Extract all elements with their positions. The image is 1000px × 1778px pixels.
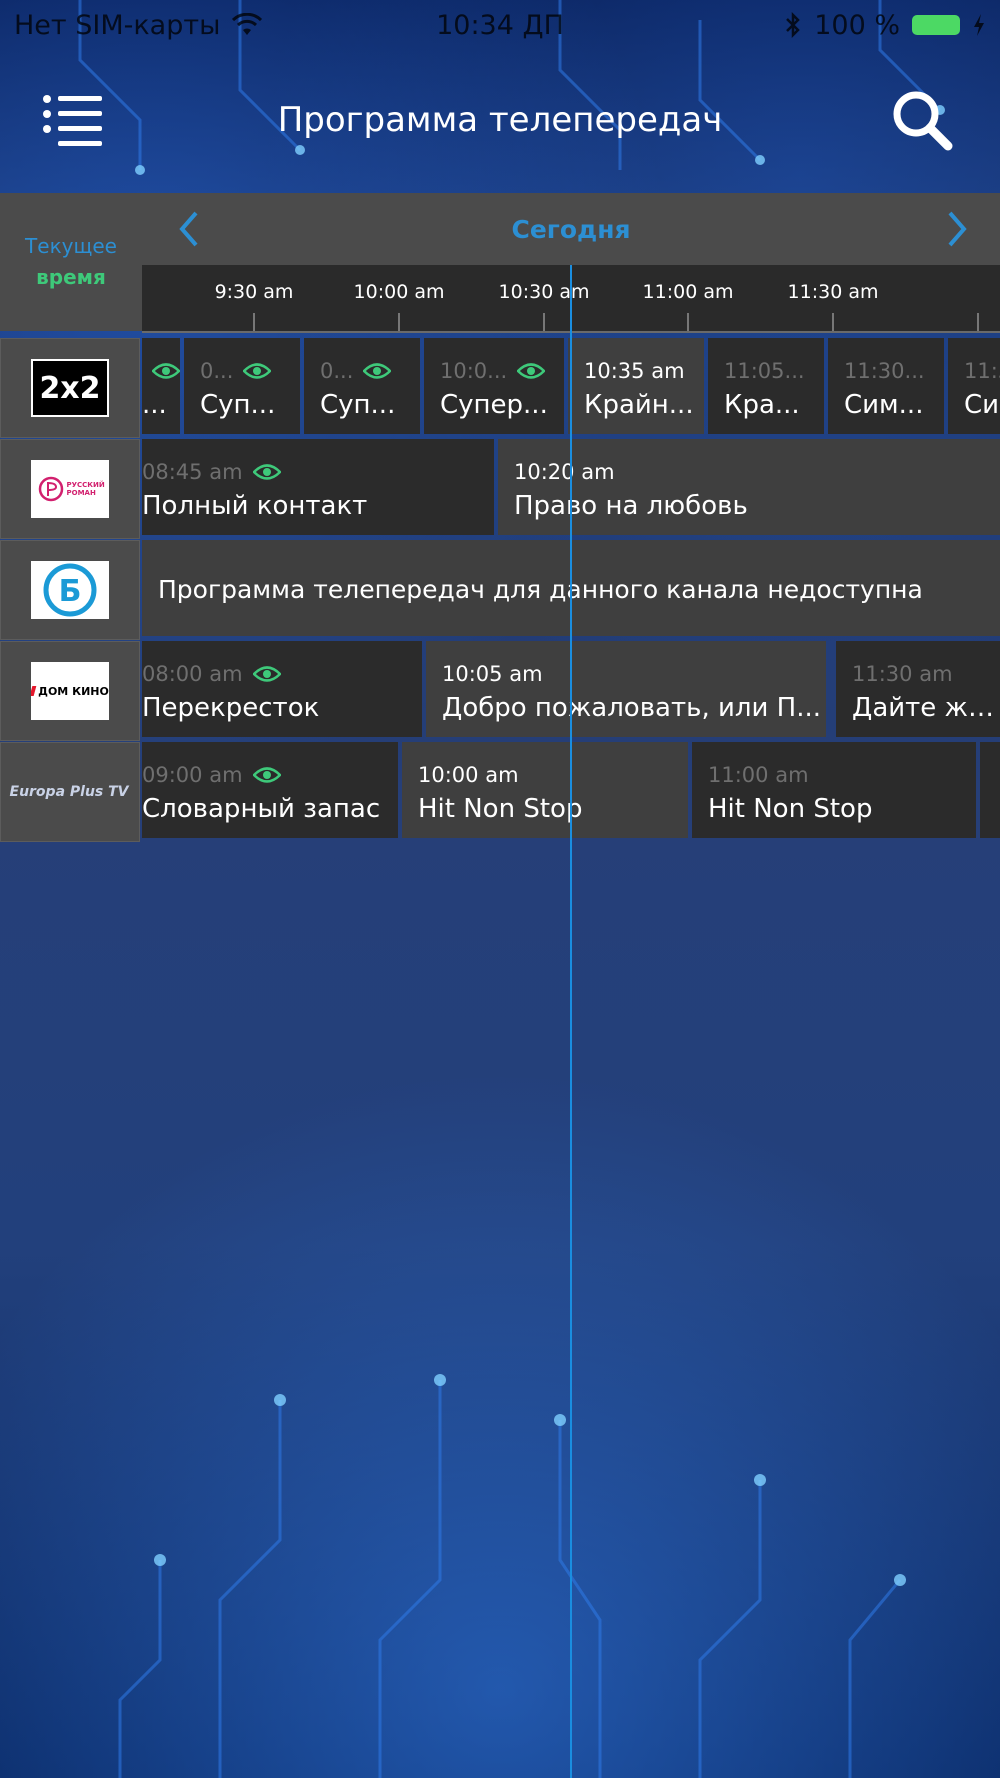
status-left: Нет SIM-карты [14, 9, 263, 41]
channel-logo-russkiy-roman: РУССКИЙ РОМАН [31, 460, 109, 518]
eye-icon [252, 767, 281, 783]
time-tick [253, 313, 255, 331]
channel-logo-b: Б [31, 561, 109, 619]
status-right: 100 % [784, 10, 986, 41]
time-tick-label: 11:30 am [787, 281, 879, 303]
time-tick [398, 313, 400, 331]
program-cell[interactable]: 08:45 am Полный контакт [142, 439, 494, 535]
channel-logo-cell[interactable]: 2x2 [0, 338, 140, 438]
program-title: Hit Non Stop [708, 794, 873, 824]
program-title: Кра... [724, 390, 800, 420]
jump-to-now-button[interactable]: Текущее время [0, 193, 142, 331]
next-day-button[interactable] [936, 209, 976, 249]
channel-logo-dom-kino: ДОМ КИНО [31, 662, 109, 720]
eye-icon [252, 464, 281, 480]
channel-logo-cell[interactable]: Б [0, 540, 140, 640]
bluetooth-icon [786, 12, 800, 38]
epg-grid: 2x2 ... 0... Суп... 0... Суп... 10:0... … [0, 338, 1000, 844]
search-button[interactable] [890, 88, 954, 152]
time-tick-label: 10:00 am [353, 281, 445, 303]
program-cell[interactable]: 11:5 Си [948, 338, 1000, 434]
list-menu-icon [43, 95, 102, 146]
svg-text:Б: Б [59, 574, 82, 609]
program-title: Крайн... [584, 390, 694, 420]
dom-kino-mark-icon [31, 686, 37, 696]
channel-logo-cell[interactable]: РУССКИЙ РОМАН [0, 439, 140, 539]
time-tick-label: 9:30 am [214, 281, 294, 303]
program-cell-current[interactable]: 10:35 am Крайн... [568, 338, 704, 434]
program-title: Сим... [844, 390, 924, 420]
channel-logo-cell[interactable]: ДОМ КИНО [0, 641, 140, 741]
program-title: Суп... [320, 390, 396, 420]
time-tick [543, 313, 545, 331]
eye-icon [243, 363, 272, 379]
program-cell[interactable]: 09:00 am Словарный запас [142, 742, 398, 838]
program-title: Си [964, 390, 1000, 420]
program-title: Супер... [440, 390, 548, 420]
channel-logo-2x2: 2x2 [31, 359, 109, 417]
program-cell-current[interactable]: 10:00 am Hit Non Stop [402, 742, 688, 838]
eye-icon [252, 666, 281, 682]
channel-logo-cell[interactable]: Europa Plus TV [0, 742, 140, 842]
b-channel-emblem-icon: Б [43, 563, 97, 617]
now-label-line2: время [36, 265, 106, 289]
channel-row-dom-kino: ДОМ КИНО 08:00 am Перекресток 10:05 am Д… [0, 641, 1000, 741]
program-title: Дайте жало [852, 693, 1000, 723]
channel-logo-europa-plus-tv: Europa Plus TV [10, 772, 129, 812]
channel-row-b: Б Программа телепередач для данного кана… [0, 540, 1000, 640]
program-cell[interactable]: 11:05... Кра... [708, 338, 824, 434]
current-date-label: Сегодня [511, 214, 631, 244]
eye-icon [517, 363, 546, 379]
program-cell[interactable]: 10:0... Супер... [424, 338, 564, 434]
search-icon [893, 91, 953, 151]
battery-percent: 100 % [814, 9, 900, 41]
chevron-right-icon [948, 211, 967, 247]
carrier-label: Нет SIM-карты [14, 9, 221, 41]
prev-day-button[interactable] [170, 209, 210, 249]
program-title: Словарный запас [142, 794, 381, 824]
program-cell[interactable]: 11:00 am Hit Non Stop [692, 742, 976, 838]
wifi-icon [232, 13, 263, 35]
program-cell[interactable]: 08:00 am Перекресток [142, 641, 422, 737]
program-title: Hit Non Stop [418, 794, 583, 824]
page-title: Программа телепередач [277, 100, 723, 140]
program-cell[interactable]: ... [142, 338, 180, 434]
current-time-indicator [570, 265, 572, 1778]
program-title: Добро пожаловать, или П... [442, 693, 821, 723]
program-title: Полный контакт [142, 491, 368, 521]
channel-row-europa-plus-tv: Europa Plus TV 09:00 am Словарный запас … [0, 742, 1000, 842]
channel-row-2x2: 2x2 ... 0... Суп... 0... Суп... 10:0... … [0, 338, 1000, 438]
russkiy-roman-emblem-icon [38, 476, 63, 502]
no-guide-message: Программа телепередач для данного канала… [158, 575, 923, 604]
program-title: Право на любовь [514, 491, 748, 521]
time-tick [977, 313, 979, 331]
program-cell[interactable] [980, 742, 1000, 838]
charging-icon [974, 14, 984, 36]
program-cell[interactable]: 0... Суп... [184, 338, 300, 434]
program-cell[interactable]: 0... Суп... [304, 338, 420, 434]
menu-button[interactable] [42, 94, 104, 146]
chevron-left-icon [179, 211, 198, 247]
date-navigator: Сегодня [142, 193, 1000, 265]
time-tick [687, 313, 689, 331]
time-tick-label: 10:30 am [498, 281, 590, 303]
program-title: Суп... [200, 390, 276, 420]
battery-icon [912, 15, 960, 35]
time-tick-label: 11:00 am [642, 281, 734, 303]
program-title: ... [142, 390, 167, 420]
program-cell-current[interactable]: 10:05 am Добро пожаловать, или П... [426, 641, 826, 737]
eye-icon [363, 363, 392, 379]
app-header: Программа телепередач [0, 70, 1000, 170]
program-cell[interactable]: 11:30 am Дайте жало [836, 641, 1000, 737]
channel-row-russkiy-roman: РУССКИЙ РОМАН 08:45 am Полный контакт 10… [0, 439, 1000, 539]
eye-icon [152, 363, 180, 379]
program-title: Перекресток [142, 693, 320, 723]
status-bar: Нет SIM-карты 10:34 ДП 100 % [0, 0, 1000, 50]
program-cell[interactable]: 11:30... Сим... [828, 338, 944, 434]
time-tick [832, 313, 834, 331]
program-cell-current[interactable]: 10:20 am Право на любовь [498, 439, 1000, 535]
now-label-line1: Текущее [25, 234, 117, 258]
